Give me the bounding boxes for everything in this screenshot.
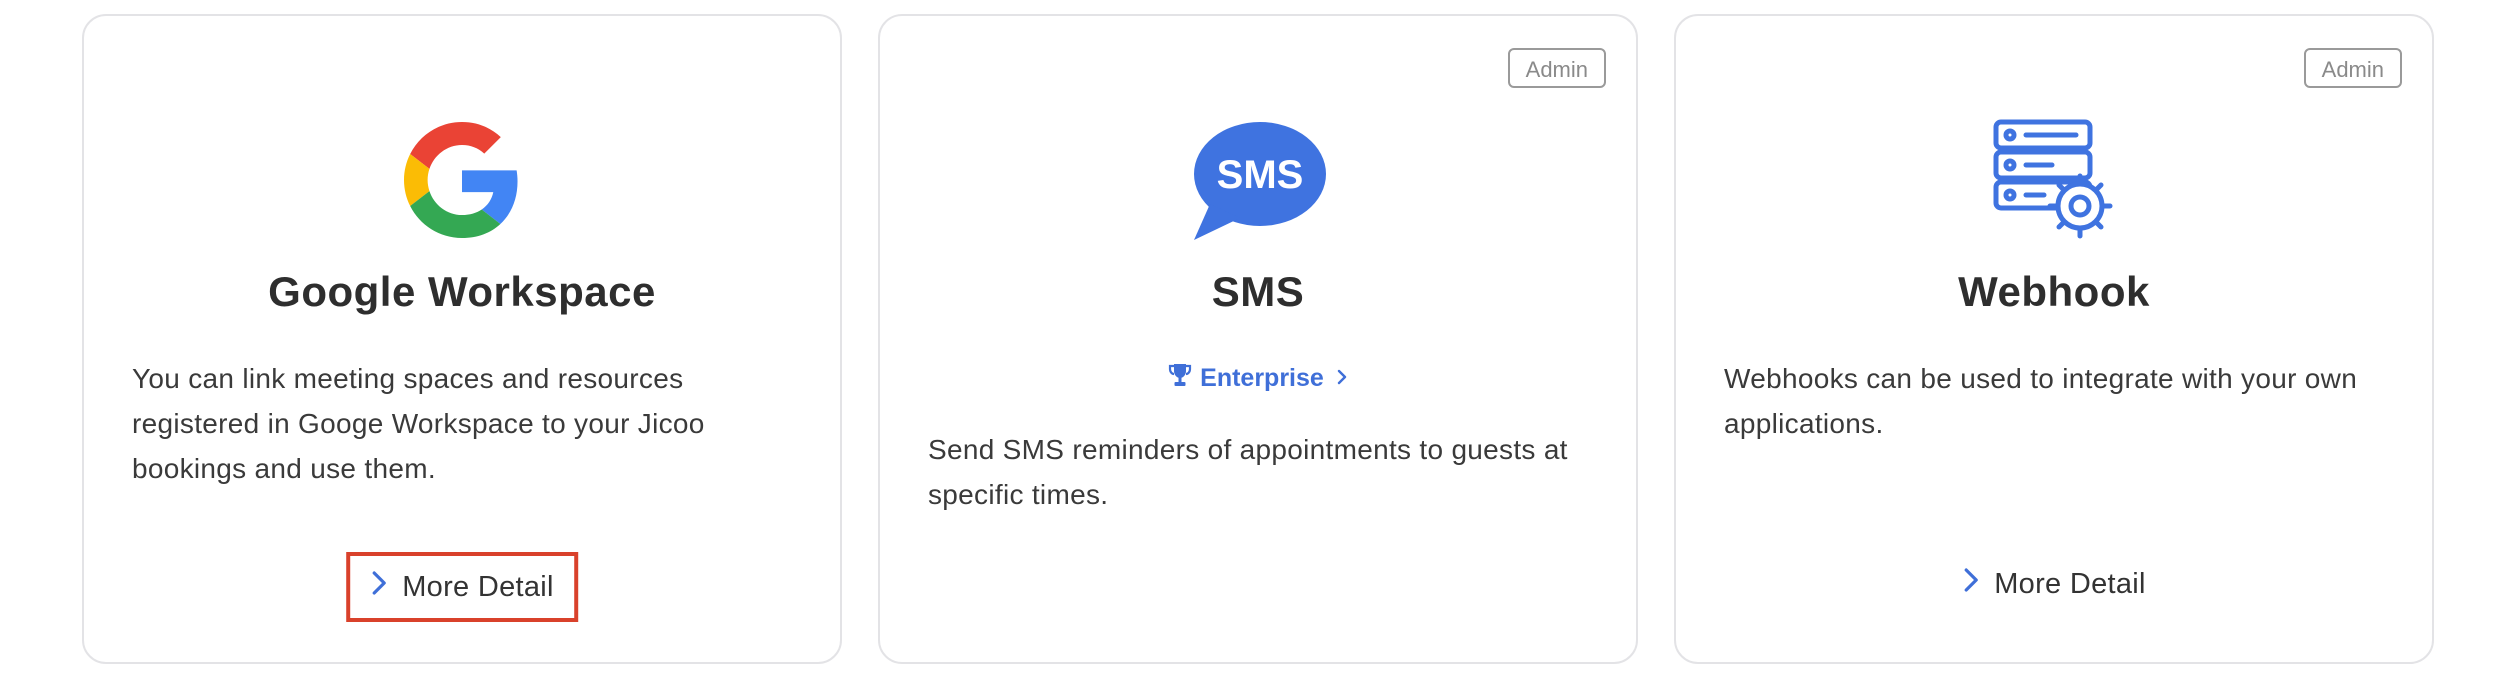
chevron-right-icon	[1962, 567, 1980, 601]
card-title: SMS	[1211, 268, 1305, 315]
trophy-icon	[1168, 362, 1192, 395]
more-detail-button[interactable]: More Detail	[346, 552, 578, 622]
enterprise-label: Enterprise	[1200, 364, 1324, 392]
chevron-right-icon	[370, 570, 388, 604]
sms-chat-bubble-icon: SMS	[1188, 110, 1328, 250]
card-title: Webhook	[1958, 268, 2150, 315]
card-title: Google Workspace	[268, 268, 656, 315]
chevron-right-icon	[1336, 364, 1348, 393]
integration-card-google-workspace[interactable]: Google Workspace You can link meeting sp…	[82, 14, 842, 664]
card-description: You can link meeting spaces and resource…	[132, 363, 705, 484]
enterprise-plan-link[interactable]: Enterprise	[880, 362, 1636, 395]
svg-text:SMS: SMS	[1217, 153, 1304, 197]
card-description: Send SMS reminders of appointments to gu…	[928, 434, 1568, 510]
integrations-grid: Google Workspace You can link meeting sp…	[0, 0, 2499, 680]
server-gear-icon	[1984, 110, 2124, 250]
integration-card-sms[interactable]: Admin SMS SMS Enterprise Send SMS remind…	[878, 14, 1638, 664]
google-g-logo-icon	[392, 110, 532, 250]
integration-card-webhook[interactable]: Admin Webhook Webhooks can be used to in…	[1674, 14, 2434, 664]
admin-badge: Admin	[1507, 48, 1606, 88]
admin-badge: Admin	[2303, 48, 2402, 88]
more-detail-label: More Detail	[1994, 567, 2146, 600]
card-description: Webhooks can be used to integrate with y…	[1724, 363, 2358, 439]
more-detail-button[interactable]: More Detail	[1962, 567, 2146, 601]
more-detail-label: More Detail	[402, 570, 554, 603]
